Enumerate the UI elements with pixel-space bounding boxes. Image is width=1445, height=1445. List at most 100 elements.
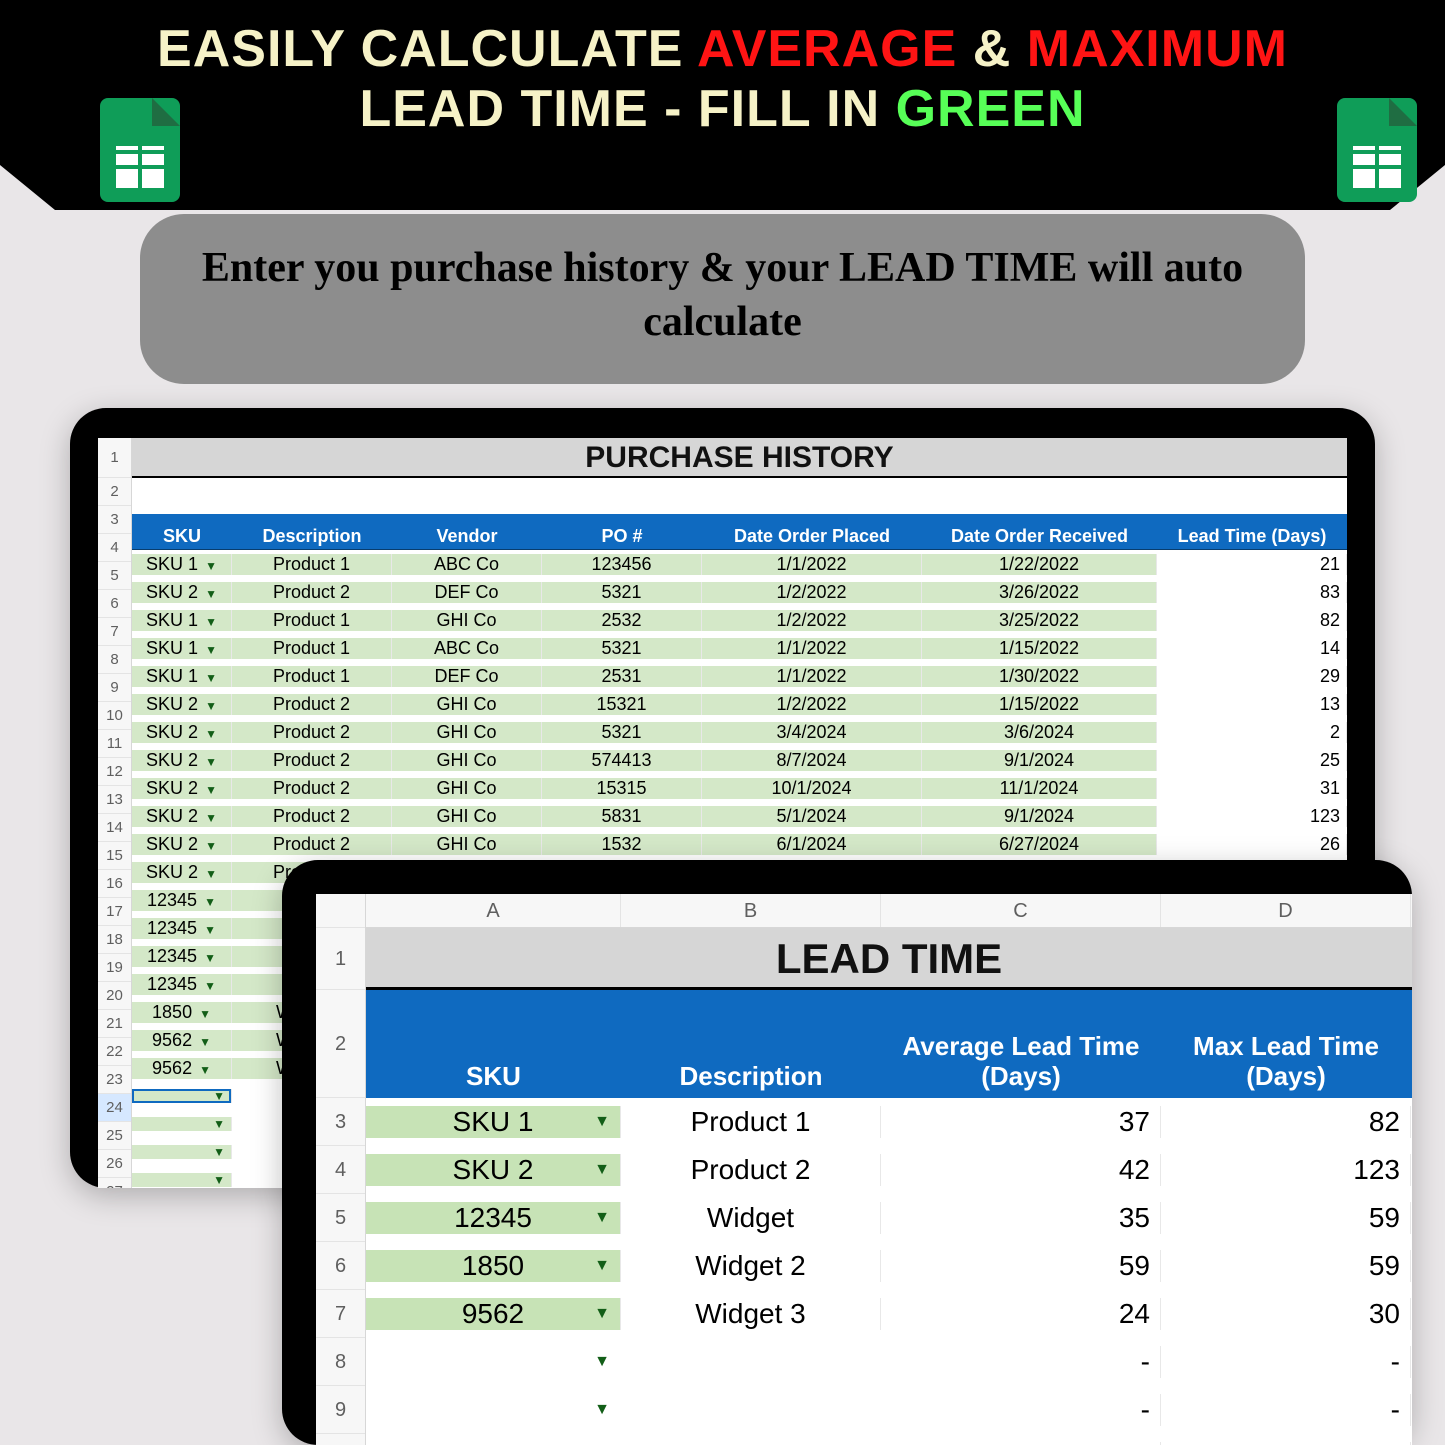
- cell-po[interactable]: 5831: [542, 806, 702, 827]
- cell-sku[interactable]: ▼: [132, 1089, 232, 1103]
- row-number[interactable]: 24: [98, 1094, 131, 1122]
- cell-received[interactable]: 1/22/2022: [922, 554, 1157, 575]
- dropdown-arrow-icon[interactable]: ▼: [199, 1035, 211, 1049]
- cell-desc[interactable]: Product 2: [232, 582, 392, 603]
- row-number[interactable]: 5: [98, 562, 131, 590]
- cell-placed[interactable]: 1/1/2022: [702, 554, 922, 575]
- cell-desc[interactable]: Product 2: [232, 806, 392, 827]
- row-number[interactable]: 7: [316, 1290, 365, 1338]
- cell-placed[interactable]: 1/2/2022: [702, 610, 922, 631]
- cell-sku[interactable]: 9562 ▼: [132, 1030, 232, 1051]
- row-number[interactable]: 21: [98, 1010, 131, 1038]
- cell-received[interactable]: 1/30/2022: [922, 666, 1157, 687]
- row-number[interactable]: 6: [316, 1242, 365, 1290]
- cell-received[interactable]: 6/27/2024: [922, 834, 1157, 855]
- dropdown-arrow-icon[interactable]: ▼: [199, 1063, 211, 1077]
- cell-placed[interactable]: 1/2/2022: [702, 694, 922, 715]
- cell-sku[interactable]: ▼: [132, 1117, 232, 1131]
- dropdown-arrow-icon[interactable]: ▼: [204, 895, 216, 909]
- table-row[interactable]: 1850▼Widget 25959: [366, 1242, 1412, 1290]
- table-row[interactable]: SKU 1 ▼Product 1GHI Co25321/2/20223/25/2…: [132, 606, 1347, 634]
- dropdown-arrow-icon[interactable]: ▼: [205, 839, 217, 853]
- dropdown-arrow-icon[interactable]: ▼: [594, 1113, 610, 1131]
- cell-sku[interactable]: SKU 1 ▼: [132, 638, 232, 659]
- cell-received[interactable]: 3/25/2022: [922, 610, 1157, 631]
- dropdown-arrow-icon[interactable]: ▼: [213, 1173, 225, 1187]
- cell-placed[interactable]: 5/1/2024: [702, 806, 922, 827]
- row-number[interactable]: 13: [98, 786, 131, 814]
- cell-sku[interactable]: ▼: [132, 1145, 232, 1159]
- row-number[interactable]: 10: [98, 702, 131, 730]
- cell-po[interactable]: 574413: [542, 750, 702, 771]
- dropdown-arrow-icon[interactable]: ▼: [205, 699, 217, 713]
- cell-po[interactable]: 5321: [542, 638, 702, 659]
- cell-vendor[interactable]: GHI Co: [392, 778, 542, 799]
- cell-sku[interactable]: 9562▼: [366, 1298, 621, 1330]
- table-row[interactable]: SKU 1 ▼Product 1DEF Co25311/1/20221/30/2…: [132, 662, 1347, 690]
- dropdown-arrow-icon[interactable]: ▼: [204, 923, 216, 937]
- dropdown-arrow-icon[interactable]: ▼: [205, 587, 217, 601]
- cell-vendor[interactable]: DEF Co: [392, 666, 542, 687]
- cell-desc[interactable]: Product 1: [232, 554, 392, 575]
- cell-vendor[interactable]: DEF Co: [392, 582, 542, 603]
- cell-sku[interactable]: SKU 2 ▼: [132, 834, 232, 855]
- table-row[interactable]: ▼--: [366, 1338, 1412, 1386]
- cell-sku[interactable]: SKU 2 ▼: [132, 750, 232, 771]
- cell-desc[interactable]: Product 1: [232, 638, 392, 659]
- col-header[interactable]: Max Lead Time (Days): [1161, 1032, 1411, 1092]
- table-row[interactable]: SKU 2 ▼Product 2GHI Co58315/1/20249/1/20…: [132, 802, 1347, 830]
- col-header[interactable]: Lead Time (Days): [1157, 526, 1347, 547]
- cell-sku[interactable]: SKU 1 ▼: [132, 666, 232, 687]
- row-number[interactable]: 15: [98, 842, 131, 870]
- row-number[interactable]: 1: [316, 928, 365, 990]
- dropdown-arrow-icon[interactable]: ▼: [594, 1401, 610, 1419]
- dropdown-arrow-icon[interactable]: ▼: [205, 783, 217, 797]
- cell-vendor[interactable]: ABC Co: [392, 554, 542, 575]
- row-number[interactable]: 27: [98, 1178, 131, 1188]
- row-number[interactable]: 18: [98, 926, 131, 954]
- row-number[interactable]: 3: [98, 506, 131, 534]
- cell-sku[interactable]: SKU 2 ▼: [132, 778, 232, 799]
- dropdown-arrow-icon[interactable]: ▼: [594, 1353, 610, 1371]
- table-row[interactable]: ▼--: [366, 1386, 1412, 1434]
- col-header[interactable]: Description: [232, 526, 392, 547]
- dropdown-arrow-icon[interactable]: ▼: [205, 671, 217, 685]
- cell-po[interactable]: 15315: [542, 778, 702, 799]
- cell-desc[interactable]: Product 2: [232, 834, 392, 855]
- row-number[interactable]: 17: [98, 898, 131, 926]
- cell-po[interactable]: 2532: [542, 610, 702, 631]
- cell-sku[interactable]: 12345 ▼: [132, 918, 232, 939]
- cell-desc[interactable]: Product 2: [232, 778, 392, 799]
- table-row[interactable]: SKU 1▼Product 13782: [366, 1098, 1412, 1146]
- dropdown-arrow-icon[interactable]: ▼: [213, 1089, 225, 1103]
- dropdown-arrow-icon[interactable]: ▼: [204, 979, 216, 993]
- cell-sku[interactable]: 12345▼: [366, 1202, 621, 1234]
- cell-sku[interactable]: SKU 2 ▼: [132, 722, 232, 743]
- cell-po[interactable]: 15321: [542, 694, 702, 715]
- dropdown-arrow-icon[interactable]: ▼: [594, 1209, 610, 1227]
- row-number[interactable]: 22: [98, 1038, 131, 1066]
- cell-placed[interactable]: 1/1/2022: [702, 638, 922, 659]
- row-number[interactable]: 2: [316, 990, 365, 1098]
- dropdown-arrow-icon[interactable]: ▼: [594, 1161, 610, 1179]
- cell-sku[interactable]: 12345 ▼: [132, 890, 232, 911]
- cell-placed[interactable]: 3/4/2024: [702, 722, 922, 743]
- cell-sku[interactable]: 1850▼: [366, 1250, 621, 1282]
- row-number[interactable]: 20: [98, 982, 131, 1010]
- row-number[interactable]: 8: [98, 646, 131, 674]
- dropdown-arrow-icon[interactable]: ▼: [205, 615, 217, 629]
- table-row[interactable]: SKU 2 ▼Product 2GHI Co15326/1/20246/27/2…: [132, 830, 1347, 858]
- row-number[interactable]: 6: [98, 590, 131, 618]
- dropdown-arrow-icon[interactable]: ▼: [205, 643, 217, 657]
- cell-sku[interactable]: 1850 ▼: [132, 1002, 232, 1023]
- cell-received[interactable]: 1/15/2022: [922, 694, 1157, 715]
- row-number[interactable]: 5: [316, 1194, 365, 1242]
- col-header[interactable]: Description: [621, 1062, 881, 1092]
- dropdown-arrow-icon[interactable]: ▼: [594, 1305, 610, 1323]
- cell-po[interactable]: 1532: [542, 834, 702, 855]
- row-number[interactable]: 9: [316, 1386, 365, 1434]
- cell-sku[interactable]: ▼: [132, 1173, 232, 1187]
- row-number[interactable]: 19: [98, 954, 131, 982]
- dropdown-arrow-icon[interactable]: ▼: [204, 951, 216, 965]
- table-row[interactable]: SKU 2▼Product 242123: [366, 1146, 1412, 1194]
